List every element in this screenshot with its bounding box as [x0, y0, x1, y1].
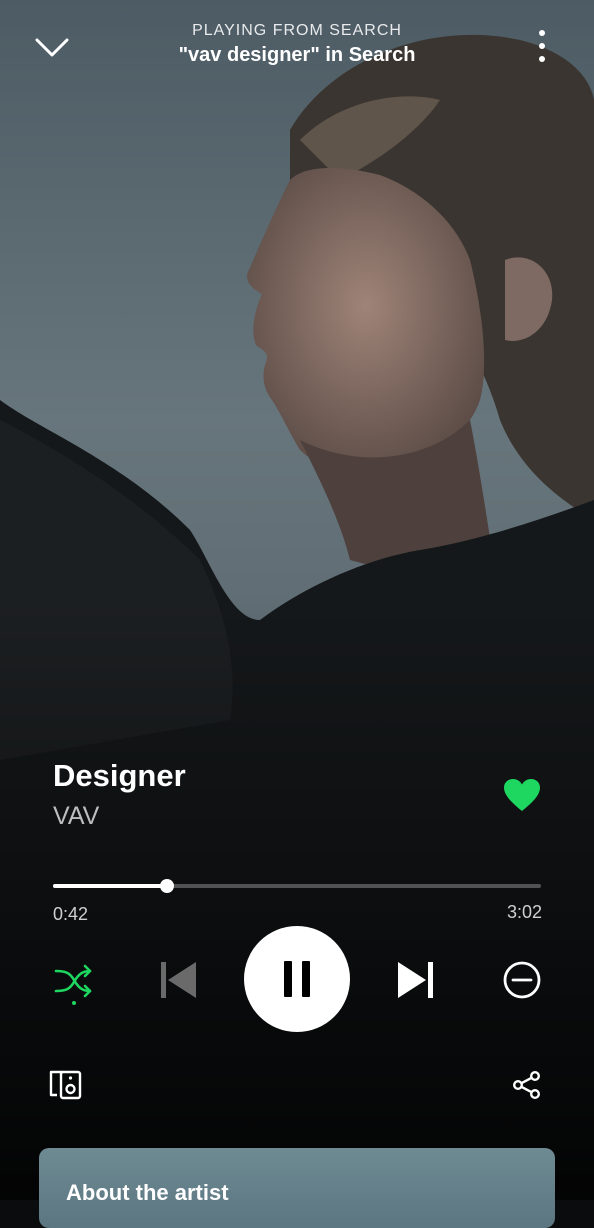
chevron-down-icon [35, 38, 69, 57]
about-artist-card[interactable]: About the artist [39, 1148, 555, 1228]
share-icon [513, 1071, 541, 1100]
connect-devices-icon [49, 1070, 82, 1100]
track-artist[interactable]: VAV [53, 802, 99, 831]
skip-next-icon [398, 962, 433, 998]
track-title[interactable]: Designer [53, 758, 186, 794]
minus-circle-icon [503, 961, 541, 999]
seek-bar[interactable] [53, 879, 541, 893]
pause-button[interactable] [244, 926, 350, 1032]
connect-devices-button[interactable] [44, 1064, 86, 1106]
hide-song-button[interactable] [494, 952, 550, 1008]
previous-button[interactable] [150, 952, 206, 1008]
collapse-button[interactable] [28, 28, 76, 68]
heart-icon [504, 779, 540, 811]
shuffle-button[interactable] [48, 955, 100, 1011]
like-button[interactable] [498, 772, 546, 818]
elapsed-time: 0:42 [53, 904, 89, 924]
more-options-button[interactable] [520, 24, 564, 68]
pause-icon [284, 961, 310, 997]
shuffle-icon [54, 964, 92, 1005]
seek-bar-thumb[interactable] [160, 879, 174, 893]
skip-previous-icon [161, 962, 196, 998]
about-artist-title: About the artist [66, 1180, 229, 1205]
context-label: PLAYING FROM SEARCH [192, 22, 402, 39]
seek-bar-fill [53, 884, 167, 888]
more-vertical-icon [539, 30, 545, 62]
playing-context: PLAYING FROM SEARCH "vav designer" in Se… [100, 22, 494, 67]
context-name[interactable]: "vav designer" in Search [100, 44, 494, 67]
next-button[interactable] [388, 952, 444, 1008]
share-button[interactable] [506, 1064, 548, 1106]
total-time: 3:02 [506, 902, 542, 922]
